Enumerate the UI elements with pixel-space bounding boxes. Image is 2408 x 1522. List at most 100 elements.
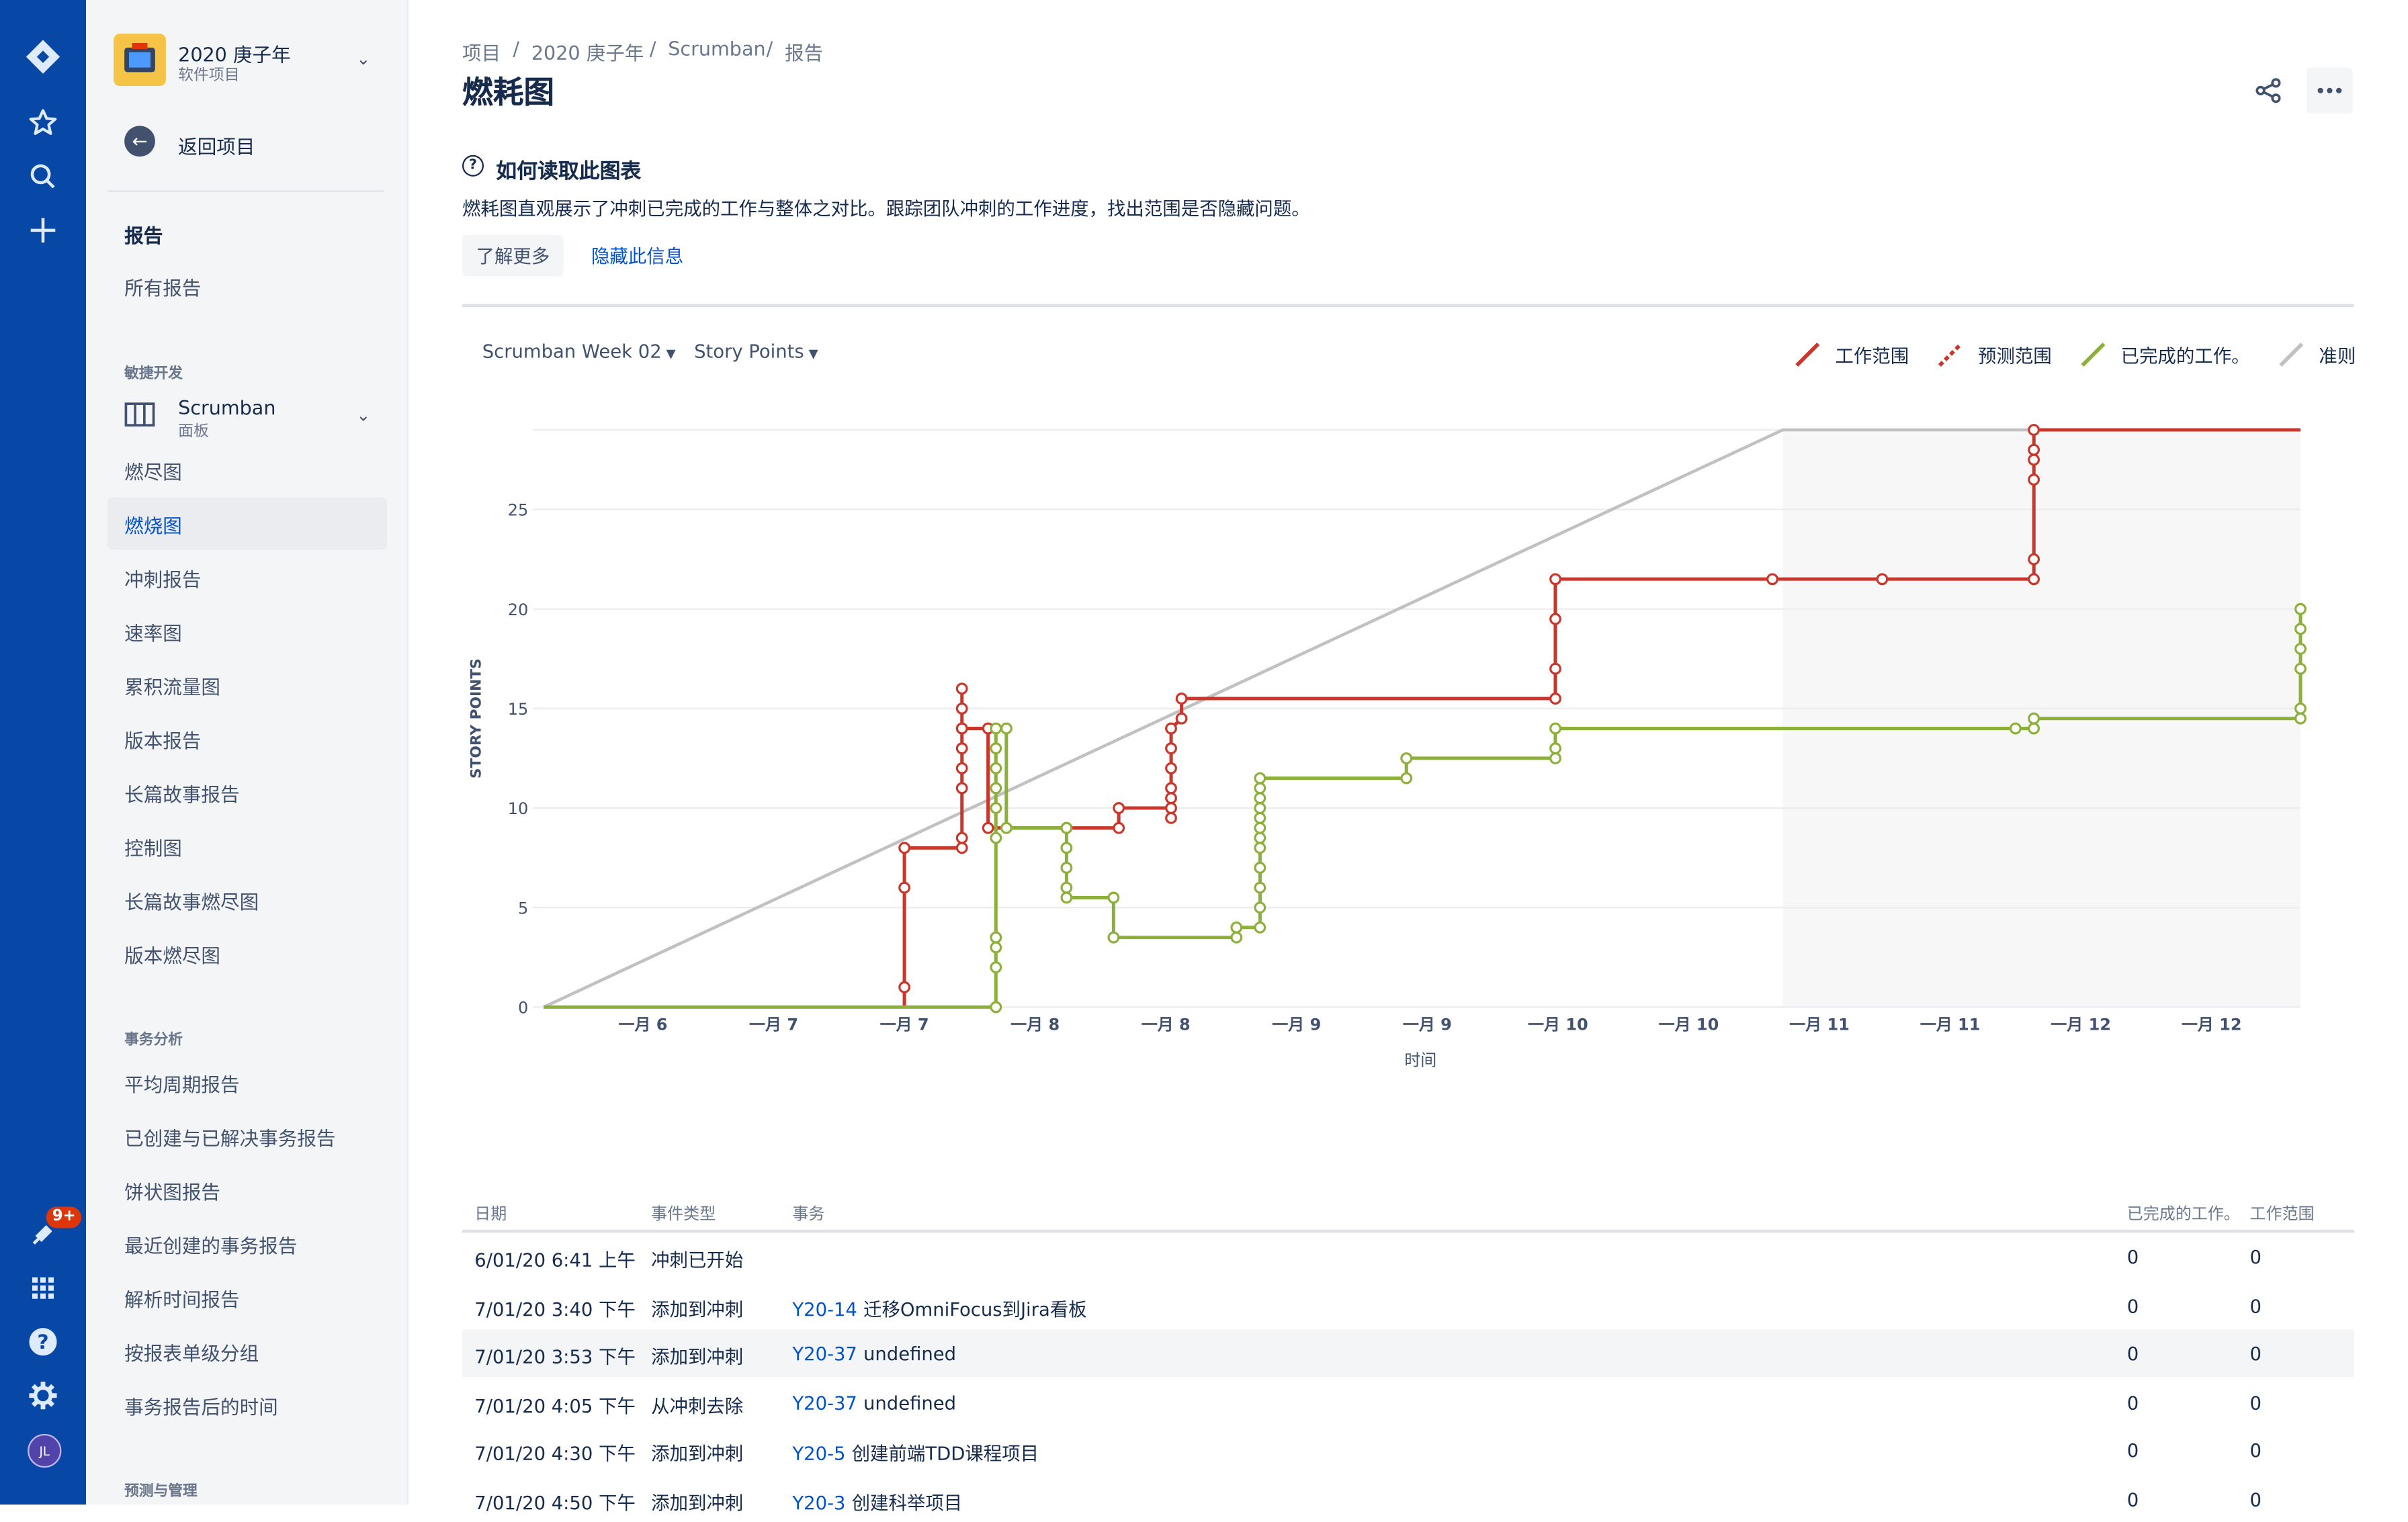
- data-point[interactable]: [1165, 742, 1177, 755]
- data-point[interactable]: [990, 1001, 1002, 1014]
- data-point[interactable]: [898, 981, 911, 993]
- data-point[interactable]: [955, 842, 968, 854]
- data-point[interactable]: [2028, 722, 2040, 735]
- data-point[interactable]: [1254, 921, 1266, 934]
- column-header-event[interactable]: 事件类型: [651, 1202, 716, 1225]
- issue-key-link[interactable]: Y20-14: [792, 1298, 857, 1320]
- data-point[interactable]: [1254, 782, 1266, 795]
- data-point[interactable]: [1175, 692, 1188, 705]
- data-point[interactable]: [1254, 881, 1266, 894]
- data-point[interactable]: [1175, 712, 1188, 725]
- cell-event-type: 添加到冲刺: [651, 1491, 744, 1513]
- data-point[interactable]: [1549, 692, 1561, 705]
- data-point[interactable]: [2028, 424, 2040, 436]
- data-point[interactable]: [2009, 722, 2022, 735]
- data-point[interactable]: [898, 881, 911, 894]
- data-point[interactable]: [2294, 643, 2307, 655]
- data-point[interactable]: [1107, 891, 1120, 904]
- data-point[interactable]: [1107, 931, 1120, 944]
- data-point[interactable]: [1165, 811, 1177, 824]
- data-point[interactable]: [990, 961, 1002, 974]
- data-point[interactable]: [955, 702, 968, 715]
- data-point[interactable]: [1254, 901, 1266, 914]
- data-point[interactable]: [1000, 821, 1013, 834]
- data-point[interactable]: [1254, 802, 1266, 814]
- data-point[interactable]: [2028, 453, 2040, 466]
- issue-key-link[interactable]: Y20-37: [792, 1343, 857, 1365]
- cell-issue: Y20-37 undefined: [792, 1343, 956, 1365]
- table-row: 7/01/20 4:05 下午 从冲刺去除 Y20-37 undefined 0 0: [462, 1378, 2354, 1425]
- data-point[interactable]: [2028, 553, 2040, 566]
- data-point[interactable]: [1113, 802, 1125, 814]
- data-point[interactable]: [1254, 832, 1266, 844]
- data-point[interactable]: [1549, 613, 1561, 625]
- data-point[interactable]: [2028, 443, 2040, 456]
- x-tick-label: 一月 10: [1528, 1016, 1588, 1034]
- issue-key-link[interactable]: Y20-5: [792, 1443, 845, 1465]
- data-point[interactable]: [2028, 573, 2040, 586]
- data-point[interactable]: [990, 722, 1002, 735]
- data-point[interactable]: [1165, 802, 1177, 814]
- data-point[interactable]: [1254, 862, 1266, 874]
- data-point[interactable]: [1060, 842, 1073, 854]
- issue-key-link[interactable]: Y20-37: [792, 1392, 857, 1413]
- data-point[interactable]: [1549, 742, 1561, 755]
- data-point[interactable]: [990, 742, 1002, 755]
- data-point[interactable]: [2294, 623, 2307, 635]
- data-point[interactable]: [2294, 602, 2307, 615]
- x-tick-label: 一月 6: [618, 1016, 667, 1034]
- data-point[interactable]: [898, 842, 911, 854]
- column-header-date[interactable]: 日期: [474, 1202, 507, 1225]
- data-point[interactable]: [2028, 474, 2040, 486]
- data-point[interactable]: [1400, 772, 1413, 785]
- y-tick-label: 20: [508, 600, 529, 619]
- column-header-completed[interactable]: 已完成的工作。: [2127, 1202, 2240, 1225]
- data-point[interactable]: [982, 821, 994, 834]
- column-header-issue[interactable]: 事务: [792, 1202, 824, 1225]
- data-point[interactable]: [990, 931, 1002, 944]
- data-point[interactable]: [955, 722, 968, 735]
- data-point[interactable]: [1165, 792, 1177, 805]
- data-point[interactable]: [955, 682, 968, 695]
- data-point[interactable]: [1165, 722, 1177, 735]
- data-point[interactable]: [1113, 821, 1125, 834]
- data-point[interactable]: [1549, 722, 1561, 735]
- data-point[interactable]: [1254, 811, 1266, 824]
- data-point[interactable]: [990, 941, 1002, 954]
- data-point[interactable]: [990, 832, 1002, 844]
- data-point[interactable]: [2028, 712, 2040, 725]
- issue-key-link[interactable]: Y20-3: [792, 1492, 845, 1513]
- data-point[interactable]: [1400, 752, 1413, 764]
- column-header-scope[interactable]: 工作范围: [2250, 1202, 2315, 1225]
- data-point[interactable]: [2294, 712, 2307, 725]
- data-point[interactable]: [1060, 881, 1073, 894]
- data-point[interactable]: [1060, 821, 1073, 834]
- data-point[interactable]: [1060, 862, 1073, 874]
- data-point[interactable]: [2294, 662, 2307, 675]
- table-row: 7/01/20 4:30 下午 添加到冲刺 Y20-5 创建前端TDD课程项目 0 0: [462, 1426, 2354, 1474]
- data-point[interactable]: [990, 762, 1002, 774]
- data-point[interactable]: [2294, 702, 2307, 715]
- data-point[interactable]: [1230, 931, 1243, 944]
- cell-event-type: 冲刺已开始: [651, 1249, 744, 1271]
- data-point[interactable]: [1766, 573, 1778, 586]
- data-point[interactable]: [955, 762, 968, 774]
- data-point[interactable]: [1549, 752, 1561, 764]
- data-point[interactable]: [1254, 772, 1266, 785]
- data-point[interactable]: [955, 742, 968, 755]
- data-point[interactable]: [1254, 821, 1266, 834]
- data-point[interactable]: [955, 832, 968, 844]
- data-point[interactable]: [955, 782, 968, 795]
- data-point[interactable]: [1165, 782, 1177, 795]
- data-point[interactable]: [1165, 762, 1177, 774]
- data-point[interactable]: [1549, 573, 1561, 586]
- data-point[interactable]: [1230, 921, 1243, 934]
- data-point[interactable]: [1876, 573, 1889, 586]
- data-point[interactable]: [990, 782, 1002, 795]
- data-point[interactable]: [1000, 722, 1013, 735]
- data-point[interactable]: [1254, 792, 1266, 805]
- data-point[interactable]: [1549, 662, 1561, 675]
- data-point[interactable]: [1254, 842, 1266, 854]
- data-point[interactable]: [990, 802, 1002, 814]
- data-point[interactable]: [1060, 891, 1073, 904]
